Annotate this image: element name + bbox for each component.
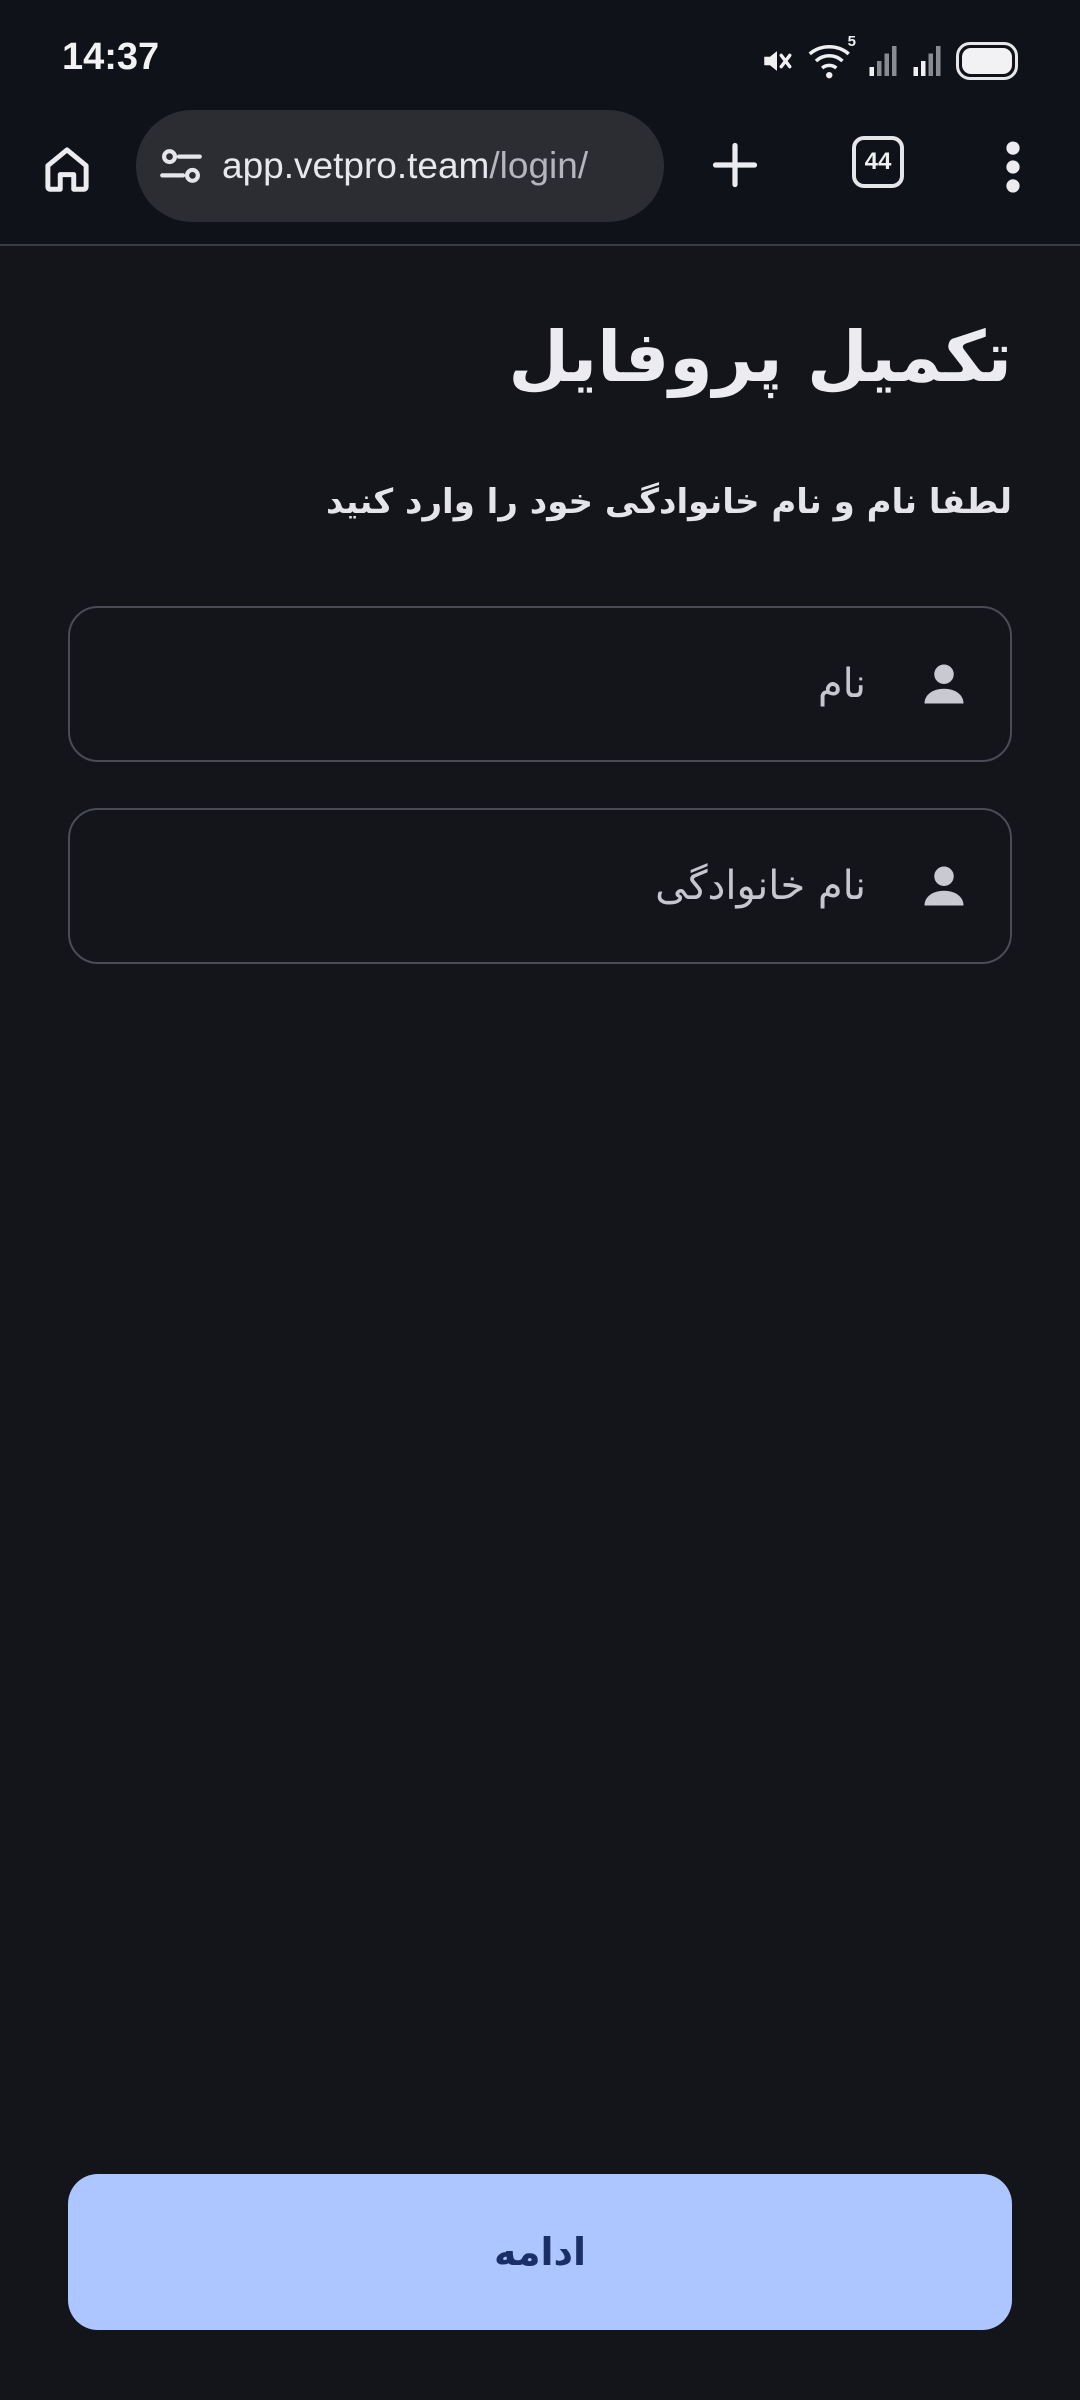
more-vert-icon [1006, 141, 1020, 193]
signal-icon [913, 46, 941, 76]
last-name-field[interactable] [68, 808, 1012, 964]
page-title: تکمیل پروفایل [508, 316, 1012, 398]
mute-icon [764, 51, 792, 71]
status-time: 14:37 [62, 36, 160, 78]
home-icon [45, 147, 89, 192]
url-text[interactable]: app.vetpro.team/login/ [222, 145, 588, 187]
battery-icon [956, 42, 1018, 80]
status-bar: 14:37 5 [0, 0, 1080, 110]
new-tab-button[interactable] [700, 130, 770, 200]
site-settings-icon[interactable] [156, 141, 206, 191]
profile-page: تکمیل پروفایل لطفا نام و نام خانوادگی خو… [0, 248, 1080, 2400]
last-name-input[interactable] [70, 810, 918, 962]
url-host: app.vetpro.team [222, 145, 490, 186]
continue-button[interactable]: ادامه [68, 2174, 1012, 2330]
browser-toolbar: app.vetpro.team/login/ 44 [0, 110, 1080, 246]
home-button[interactable] [34, 136, 100, 202]
more-options-button[interactable] [990, 132, 1036, 202]
signal-icon [869, 46, 897, 76]
person-icon [924, 664, 964, 704]
tab-switcher-icon[interactable]: 44 [852, 136, 904, 188]
first-name-field[interactable] [68, 606, 1012, 762]
status-icons: 5 [760, 33, 1018, 84]
wifi-badge: 5 [847, 33, 856, 50]
plus-icon [712, 142, 758, 188]
person-icon [924, 866, 964, 906]
url-bar[interactable]: app.vetpro.team/login/ [136, 110, 664, 222]
first-name-input[interactable] [70, 608, 918, 760]
url-path: /login/ [489, 145, 589, 186]
wifi-icon: 5 [808, 33, 856, 81]
page-subtitle: لطفا نام و نام خانوادگی خود را وارد کنید [326, 482, 1012, 522]
